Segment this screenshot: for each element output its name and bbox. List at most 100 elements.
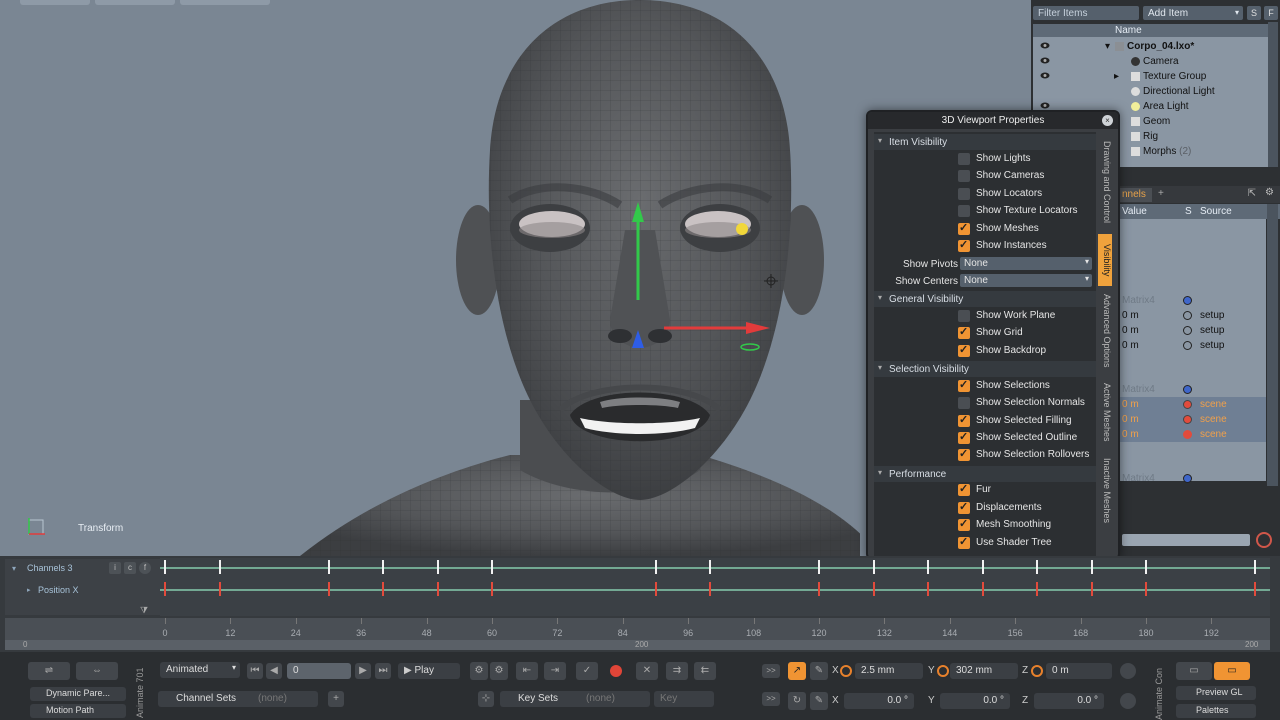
tab-advanced-options[interactable]: Advanced Options bbox=[1098, 290, 1112, 372]
keyframe[interactable] bbox=[436, 560, 439, 574]
keyframe[interactable] bbox=[382, 582, 384, 596]
keyframe[interactable] bbox=[491, 582, 493, 596]
keyframe[interactable] bbox=[818, 582, 820, 596]
keyframe[interactable] bbox=[1254, 582, 1256, 596]
table-row[interactable]: 0 m setup bbox=[1116, 308, 1266, 323]
filter-items-input[interactable]: Filter Items bbox=[1033, 6, 1139, 20]
table-row[interactable]: 0 m scene bbox=[1116, 412, 1266, 427]
keyframe[interactable] bbox=[164, 560, 166, 574]
keyframe[interactable] bbox=[818, 560, 820, 574]
keyframe[interactable] bbox=[981, 560, 984, 574]
info-button[interactable]: i bbox=[109, 562, 121, 574]
reset-position-icon[interactable] bbox=[1120, 663, 1136, 679]
set-key-icon[interactable]: ✓ bbox=[576, 662, 598, 680]
keyframe[interactable] bbox=[709, 582, 711, 596]
keyframe[interactable] bbox=[1090, 560, 1093, 574]
table-row[interactable]: Matrix4 bbox=[1116, 382, 1266, 397]
keyframe[interactable] bbox=[327, 560, 330, 574]
select-key-icon[interactable]: ⊹ bbox=[478, 691, 494, 707]
list-item[interactable]: ▸ Texture Group bbox=[1033, 69, 1278, 84]
z-anim-icon[interactable] bbox=[1031, 665, 1043, 677]
s-button[interactable]: S bbox=[1247, 6, 1261, 20]
channels-scrollbar[interactable] bbox=[1267, 204, 1278, 486]
palettes-button[interactable]: Palettes bbox=[1176, 704, 1256, 718]
checkbox[interactable] bbox=[958, 205, 970, 217]
section-general-visibility[interactable]: General Visibility bbox=[874, 291, 1096, 307]
filter-icon[interactable]: ⧩ bbox=[140, 605, 148, 616]
checkbox[interactable] bbox=[958, 221, 970, 235]
y-anim-icon[interactable] bbox=[937, 665, 949, 677]
add-item-dropdown[interactable]: Add Item ▾ bbox=[1143, 6, 1243, 20]
keyframe[interactable] bbox=[218, 582, 221, 596]
go-start-icon[interactable]: ⏮ bbox=[247, 663, 263, 679]
keyframe[interactable] bbox=[927, 560, 929, 574]
checkbox[interactable] bbox=[958, 170, 970, 182]
x-anim-icon[interactable] bbox=[840, 665, 852, 677]
keyframe[interactable] bbox=[1145, 560, 1147, 574]
gear-icon[interactable]: ⚙ bbox=[1265, 187, 1274, 198]
keyframe[interactable] bbox=[872, 560, 875, 574]
expand-icon[interactable]: ⇱ bbox=[1248, 188, 1256, 199]
show-centers-dropdown[interactable]: None bbox=[960, 274, 1092, 287]
eye-icon[interactable] bbox=[1040, 101, 1050, 110]
animated-dropdown[interactable]: Animated ▾ bbox=[160, 662, 240, 678]
keyframe[interactable] bbox=[654, 560, 657, 574]
key-sets-dropdown[interactable]: Key Sets (none) bbox=[500, 691, 650, 707]
move-tool-icon[interactable]: ↗ bbox=[788, 662, 806, 680]
checkbox[interactable] bbox=[958, 378, 970, 392]
keyframe[interactable] bbox=[382, 560, 384, 574]
keyframe[interactable] bbox=[491, 560, 493, 574]
table-row[interactable]: 0 m scene bbox=[1116, 427, 1266, 442]
expand-icon[interactable]: ▾ bbox=[1105, 41, 1110, 52]
channel-group-label[interactable]: Channels 3 bbox=[27, 563, 73, 573]
y-position-input[interactable]: 302 mm bbox=[950, 663, 1018, 679]
expand-icon[interactable]: ▸ bbox=[1114, 71, 1119, 82]
tab-channels[interactable]: nnels bbox=[1116, 188, 1152, 202]
step-forward-icon[interactable]: ▶ bbox=[355, 663, 371, 679]
keyframe[interactable] bbox=[1254, 560, 1256, 574]
checkbox[interactable] bbox=[958, 430, 970, 444]
preview-gl-button[interactable]: Preview GL bbox=[1176, 686, 1256, 700]
section-item-visibility[interactable]: Item Visibility bbox=[874, 134, 1096, 150]
animate-con-tab[interactable]: Animate Con bbox=[1154, 662, 1164, 720]
c-button[interactable]: c bbox=[124, 562, 136, 574]
prev-key-icon[interactable]: ⇤ bbox=[516, 662, 538, 680]
record-toggle-icon[interactable] bbox=[1256, 532, 1272, 548]
f-button[interactable]: f bbox=[139, 562, 151, 574]
expand-arrows-bottom[interactable]: >> bbox=[762, 692, 780, 706]
delete-key-icon[interactable]: ✕ bbox=[636, 662, 658, 680]
go-end-icon[interactable]: ⏭ bbox=[375, 663, 391, 679]
checkbox[interactable] bbox=[958, 413, 970, 427]
paste-key-icon[interactable]: ⇇ bbox=[694, 662, 716, 680]
position-x-label[interactable]: Position X bbox=[38, 585, 79, 595]
table-row[interactable]: 0 m scene bbox=[1116, 397, 1266, 412]
checkbox[interactable] bbox=[958, 343, 970, 357]
collapse-icon[interactable]: ▾ bbox=[12, 564, 16, 573]
keyframe[interactable] bbox=[872, 582, 875, 596]
checkbox[interactable] bbox=[958, 310, 970, 322]
tab-drawing-and-control[interactable]: Drawing and Control bbox=[1098, 134, 1112, 230]
keyframe[interactable] bbox=[1036, 582, 1038, 596]
eye-icon[interactable] bbox=[1040, 71, 1050, 80]
y-rotation-input[interactable]: 0.0 ° bbox=[940, 693, 1010, 709]
checkbox[interactable] bbox=[958, 500, 970, 514]
keyframe[interactable] bbox=[1145, 582, 1147, 596]
checkbox[interactable] bbox=[958, 482, 970, 496]
z-position-input[interactable]: 0 m bbox=[1046, 663, 1112, 679]
section-performance[interactable]: Performance bbox=[874, 466, 1096, 482]
layout-active-icon[interactable]: ▭ bbox=[1214, 662, 1250, 680]
keyframe[interactable] bbox=[327, 582, 330, 596]
motion-path-button[interactable]: Motion Path bbox=[30, 704, 126, 718]
tab-active-meshes[interactable]: Active Meshes bbox=[1098, 378, 1112, 446]
record-settings-icon[interactable]: ⚙ bbox=[490, 662, 508, 680]
keyframe[interactable] bbox=[1036, 560, 1038, 574]
channels-filter-field[interactable] bbox=[1122, 534, 1250, 546]
next-key-icon[interactable]: ⇥ bbox=[544, 662, 566, 680]
checkbox[interactable] bbox=[958, 447, 970, 461]
z-rotation-input[interactable]: 0.0 ° bbox=[1034, 693, 1104, 709]
keyframe[interactable] bbox=[1090, 582, 1093, 596]
table-row[interactable]: Matrix4 bbox=[1116, 471, 1266, 486]
expand-arrows-top[interactable]: >> bbox=[762, 664, 780, 678]
cut-key-icon[interactable]: ⇉ bbox=[666, 662, 688, 680]
items-scrollbar[interactable] bbox=[1268, 22, 1278, 167]
